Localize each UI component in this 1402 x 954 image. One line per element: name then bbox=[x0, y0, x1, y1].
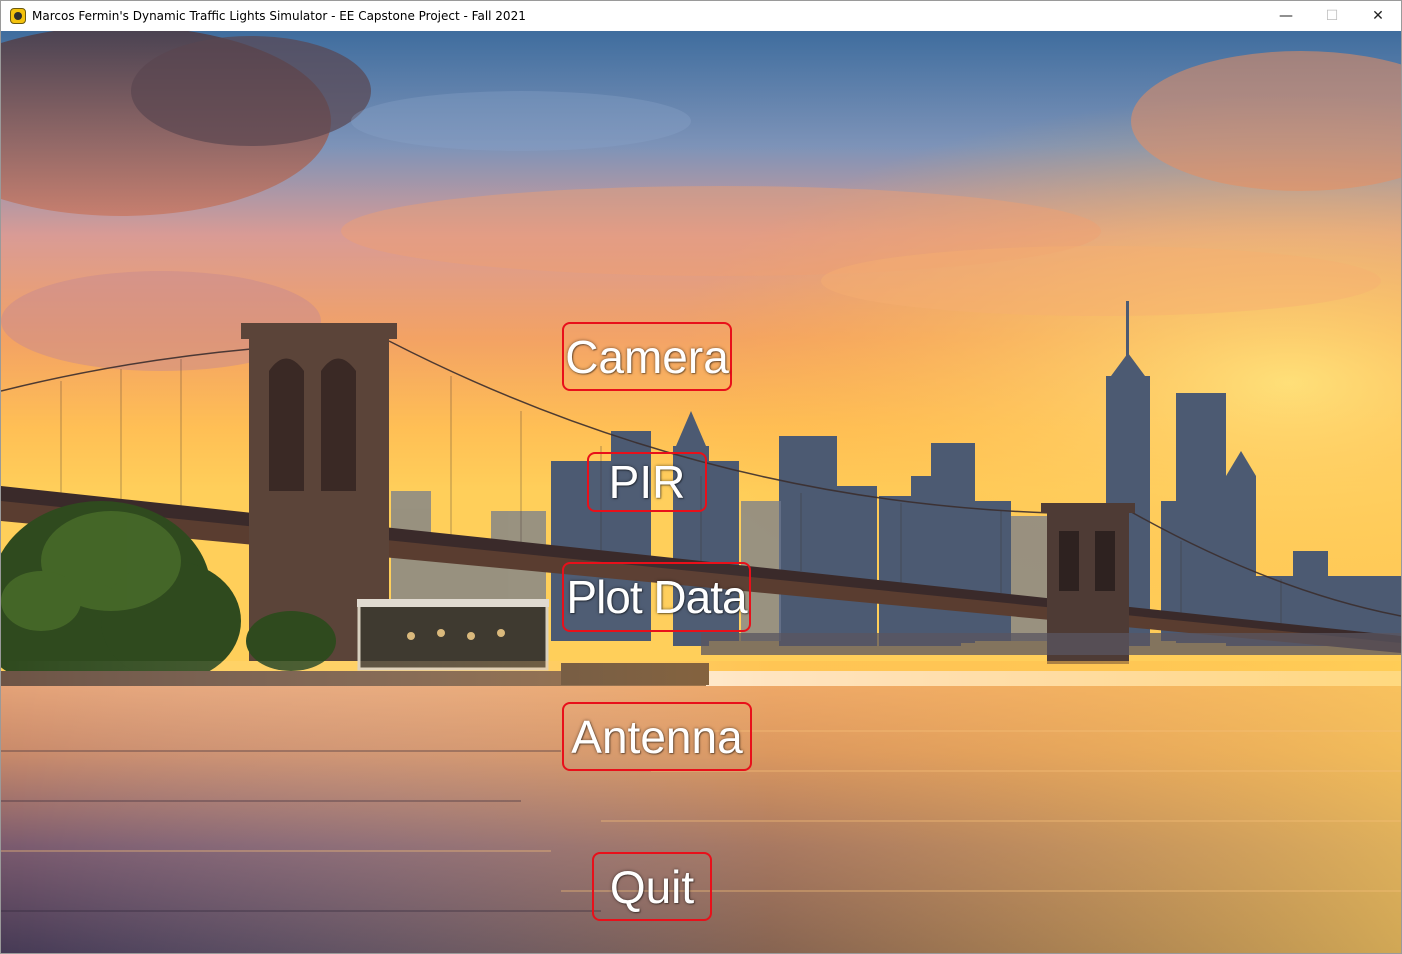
minimize-button[interactable]: — bbox=[1263, 1, 1309, 31]
camera-button[interactable]: Camera bbox=[562, 322, 732, 391]
app-icon bbox=[10, 8, 26, 24]
app-window: Marcos Fermin's Dynamic Traffic Lights S… bbox=[0, 0, 1402, 954]
background-image: Camera PIR Plot Data Antenna Quit bbox=[1, 31, 1401, 953]
window-controls: — ☐ ✕ bbox=[1263, 1, 1401, 31]
pir-button[interactable]: PIR bbox=[587, 452, 707, 512]
close-button[interactable]: ✕ bbox=[1355, 1, 1401, 31]
quit-button[interactable]: Quit bbox=[592, 852, 712, 921]
window-title: Marcos Fermin's Dynamic Traffic Lights S… bbox=[32, 9, 526, 23]
title-bar[interactable]: Marcos Fermin's Dynamic Traffic Lights S… bbox=[1, 1, 1401, 31]
maximize-button[interactable]: ☐ bbox=[1309, 1, 1355, 31]
plot-data-button[interactable]: Plot Data bbox=[562, 562, 751, 632]
antenna-button[interactable]: Antenna bbox=[562, 702, 752, 771]
